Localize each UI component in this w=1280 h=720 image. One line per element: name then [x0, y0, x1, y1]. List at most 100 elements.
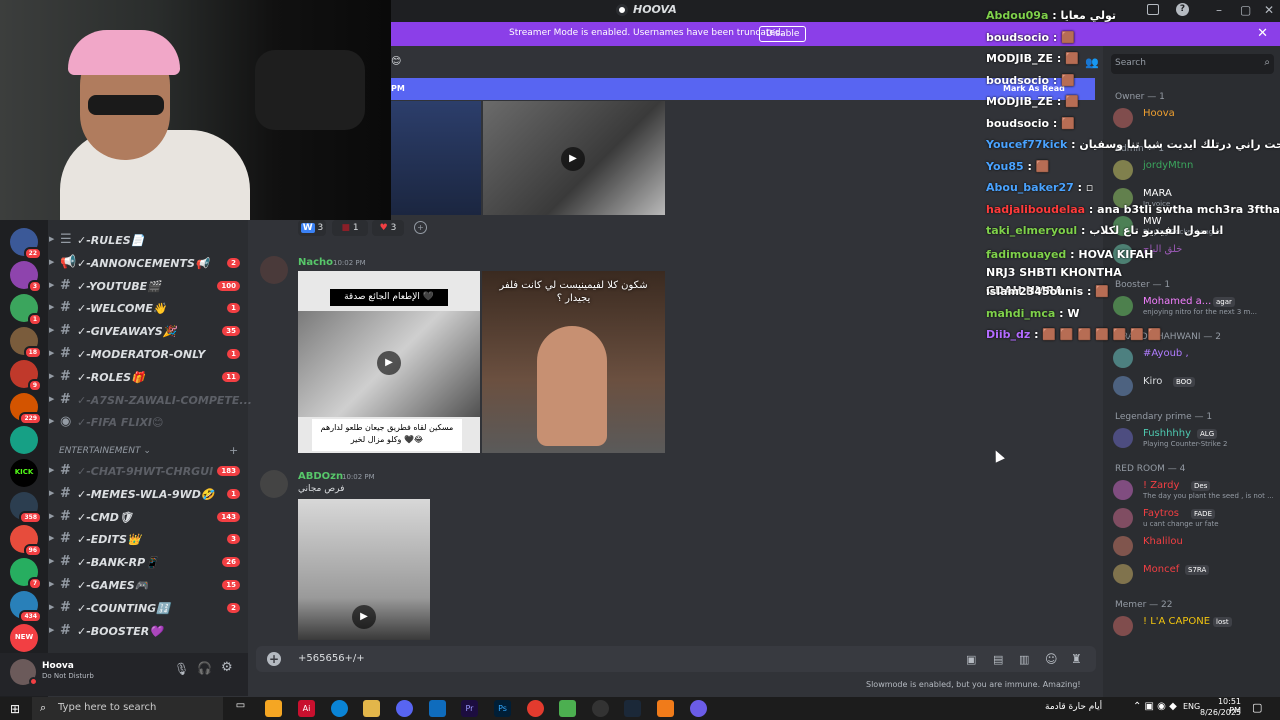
channel-item[interactable]: ▶ ◉ ✓-FIFA FLIXI😊	[49, 413, 248, 433]
language-indicator[interactable]: ENG	[1183, 702, 1200, 711]
member-item[interactable]: ! L'A CAPONE lost	[1113, 614, 1273, 638]
server-icon[interactable]: 22	[10, 228, 42, 260]
channel-item[interactable]: ▶ # ✓-CMD🛡 143	[49, 508, 248, 528]
channel-item[interactable]: ▶ 📢 ✓-ANNONCEMENTS📢 2	[49, 254, 248, 274]
task-view-icon[interactable]: ▭	[232, 700, 249, 717]
outlook-icon[interactable]	[429, 700, 446, 717]
avatar[interactable]	[260, 256, 288, 284]
channel-item[interactable]: ▶ # ✓-MEMES-WLA-9WD🤣 1	[49, 485, 248, 505]
reaction-chip[interactable]: ♥ 3	[372, 220, 404, 236]
steam-icon[interactable]	[624, 700, 641, 717]
taskbar-search-input[interactable]: ⌕ Type here to search	[32, 697, 223, 720]
add-reaction-icon[interactable]: +	[414, 221, 427, 234]
attach-plus-icon[interactable]: +	[267, 652, 281, 666]
server-icon[interactable]: 3	[10, 261, 42, 293]
server-icon[interactable]: 358	[10, 492, 42, 524]
media-thumbnail[interactable]: ▶	[298, 499, 430, 640]
app-icon[interactable]	[559, 700, 576, 717]
weather-text[interactable]: أيام حارة قادمة	[1045, 702, 1102, 712]
channel-item[interactable]: ▶ # ✓-YOUTUBE🎬 100	[49, 277, 248, 297]
activity-icon[interactable]: ♜	[1071, 652, 1082, 666]
channel-item[interactable]: ▶ # ✓-GAMES🎮 15	[49, 576, 248, 596]
channel-item[interactable]: ▶ # ✓-GIVEAWAYS🎉 35	[49, 322, 248, 342]
close-window-button[interactable]: ✕	[1264, 3, 1274, 17]
media-thumbnail[interactable]: ▶	[483, 101, 665, 215]
sticker-icon[interactable]: ▥	[1019, 653, 1029, 666]
message-composer[interactable]: + +565656+/+ ▣ ▤ ▥ ☺ ♜	[256, 646, 1096, 672]
channel-item[interactable]: ▶ # ✓-COUNTING🔢 2	[49, 599, 248, 619]
gift-icon[interactable]: ▣	[966, 653, 976, 666]
channel-item[interactable]: ▶ # ✓-WELCOME👋 1	[49, 299, 248, 319]
search-input[interactable]: Search ⌕	[1111, 54, 1274, 74]
channel-item[interactable]: ▶ # ✓-BOOSTER💜	[49, 622, 248, 642]
clock-date[interactable]: 8/26/2025	[1200, 708, 1241, 717]
discord-icon[interactable]	[396, 700, 413, 717]
server-icon[interactable]: 229	[10, 393, 42, 425]
store-icon[interactable]	[265, 700, 282, 717]
maximize-button[interactable]: ▢	[1240, 3, 1251, 17]
reaction-chip[interactable]: ■ 1	[332, 220, 368, 236]
app-icon[interactable]	[657, 700, 674, 717]
server-icon[interactable]: 434	[10, 591, 42, 623]
members-toggle-icon[interactable]: 👥	[1085, 56, 1099, 69]
media-thumbnail[interactable]: الإطعام الجائع صدقة 🖤 ▶ مسكين لقاه فطريق…	[298, 271, 480, 453]
server-icon[interactable]: 96	[10, 525, 42, 557]
close-banner-icon[interactable]: ✕	[1257, 26, 1268, 41]
member-item[interactable]: Fushhhhy ALG Playing Counter-Strike 2	[1113, 426, 1273, 450]
channel-item[interactable]: ▶ ☰ ✓-RULES📄	[49, 231, 248, 251]
channel-item[interactable]: ▶ # ✓-CHAT-9HWT-CHRGUI 183	[49, 462, 248, 482]
member-item[interactable]: Hoova	[1113, 106, 1273, 130]
windows-start-icon[interactable]: ⊞	[10, 702, 20, 716]
play-icon[interactable]: ▶	[377, 351, 401, 375]
media-thumbnail[interactable]	[391, 101, 481, 215]
server-icon[interactable]	[10, 426, 38, 454]
user-name[interactable]: Hoova	[42, 661, 74, 671]
server-icon[interactable]: KICK	[10, 459, 38, 487]
help-icon[interactable]: ?	[1176, 3, 1189, 16]
adobe-illustrator-icon[interactable]: Ai	[298, 700, 315, 717]
inbox-icon[interactable]	[1147, 4, 1159, 15]
edge-icon[interactable]	[331, 700, 348, 717]
server-icon[interactable]: 1	[10, 294, 42, 326]
category-header[interactable]: ENTERTAINEMENT ⌄	[59, 446, 151, 456]
gear-icon[interactable]: ⚙	[221, 660, 233, 675]
premiere-icon[interactable]: Pr	[461, 700, 478, 717]
file-explorer-icon[interactable]	[363, 700, 380, 717]
server-icon[interactable]: 18	[10, 327, 42, 359]
member-item[interactable]: jordyMtnn	[1113, 158, 1273, 182]
chrome-icon[interactable]	[527, 700, 544, 717]
emoji-icon[interactable]: ☺	[1045, 652, 1058, 666]
app-icon[interactable]	[690, 700, 707, 717]
obs-icon[interactable]	[592, 700, 609, 717]
minimize-button[interactable]: –	[1216, 3, 1222, 17]
play-icon[interactable]: ▶	[352, 605, 376, 629]
headphones-icon[interactable]: 🎧	[197, 661, 212, 675]
server-icon[interactable]: 7	[10, 558, 42, 590]
notification-icon[interactable]: ▢	[1252, 701, 1262, 714]
member-item[interactable]: Kiro BOO	[1113, 374, 1273, 398]
gif-icon[interactable]: ▤	[993, 653, 1003, 666]
server-icon[interactable]: NEW	[10, 624, 38, 652]
tray-icons[interactable]: ⌃ ▣ ◉ ◆	[1133, 701, 1177, 712]
message-author[interactable]: Nacho	[298, 257, 333, 268]
channel-item[interactable]: ▶ # ✓-MODERATOR-ONLY 1	[49, 345, 248, 365]
microphone-icon[interactable]: 🎙	[174, 662, 189, 676]
photoshop-icon[interactable]: Ps	[494, 700, 511, 717]
server-icon[interactable]: 9	[10, 360, 42, 392]
message-input[interactable]: +565656+/+	[298, 653, 365, 664]
channel-item[interactable]: ▶ # ✓-BANK-RP📱 26	[49, 553, 248, 573]
disable-streamer-mode-button[interactable]: Disable	[759, 26, 807, 42]
channel-item[interactable]: ▶ # ✓-ROLES🎁 11	[49, 368, 248, 388]
member-item[interactable]: #Ayoub ,	[1113, 346, 1273, 370]
channel-item[interactable]: ▶ # ✓-A7SN-ZAWALI-COMPETE...	[49, 391, 252, 411]
create-channel-icon[interactable]: +	[229, 444, 238, 457]
member-item[interactable]: Faytros FADE u cant change ur fate	[1113, 506, 1273, 530]
avatar[interactable]	[260, 470, 288, 498]
channel-item[interactable]: ▶ # ✓-EDITS👑 3	[49, 530, 248, 550]
member-item[interactable]: ! Zardy Des The day you plant the seed , i…	[1113, 478, 1273, 502]
play-icon[interactable]: ▶	[561, 147, 585, 171]
reaction-chip[interactable]: W 3	[298, 220, 326, 236]
message-author[interactable]: ABDOzn	[298, 471, 343, 482]
media-thumbnail[interactable]: شكون كلا لفيمينيست لي كانت فلفر يجيدار ؟	[482, 271, 665, 453]
member-item[interactable]: Khalilou	[1113, 534, 1273, 558]
